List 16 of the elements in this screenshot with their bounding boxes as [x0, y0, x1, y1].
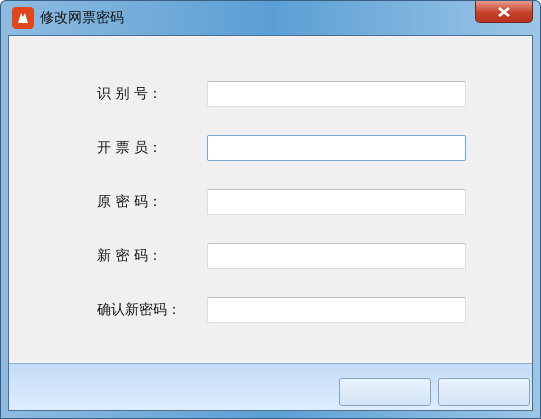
- field-label: 原 密 码：: [97, 193, 163, 211]
- input-field[interactable]: [207, 243, 466, 269]
- button[interactable]: [438, 378, 530, 406]
- field-label: 确认新密码：: [97, 301, 182, 319]
- input-field[interactable]: [207, 297, 466, 323]
- window-title: 修改网票密码: [40, 9, 124, 27]
- button[interactable]: [339, 378, 431, 406]
- field-label: 识 别 号：: [97, 85, 163, 103]
- app-icon: [12, 7, 34, 29]
- close-button[interactable]: [475, 1, 533, 23]
- close-icon: [498, 6, 510, 16]
- input-field[interactable]: [207, 189, 466, 215]
- field-label: 开 票 员：: [97, 139, 163, 157]
- input-field[interactable]: [207, 135, 466, 161]
- input-field[interactable]: [207, 81, 466, 107]
- field-label: 新 密 码：: [97, 247, 163, 265]
